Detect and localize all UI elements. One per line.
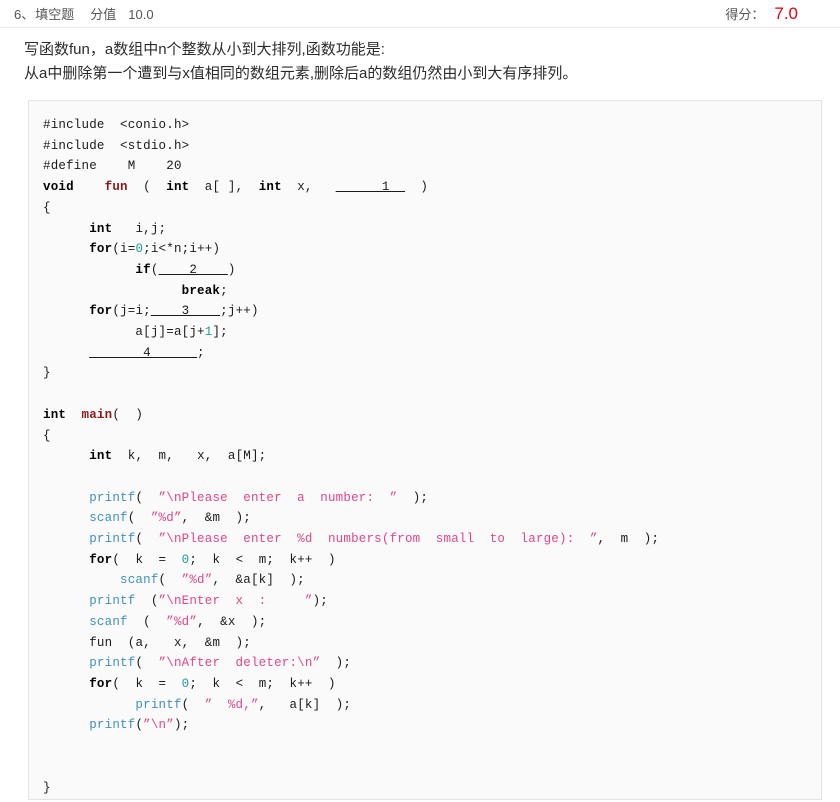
points-label: 分值 [90, 7, 117, 22]
question-header: 6、 填空题 分值 10.0 得分： 7.0 [0, 0, 840, 28]
question-type: 填空题 [35, 7, 75, 22]
source-code: #include <conio.h> #include <stdio.h> #d… [43, 118, 660, 795]
question-stem: 写函数fun，a数组中n个整数从小到大排列,函数功能是: 从a中删除第一个遭到与… [0, 28, 840, 90]
question-stem-line-2: 从a中删除第一个遭到与x值相同的数组元素,删除后a的数组仍然由小到大有序排列。 [24, 65, 578, 82]
question-header-right: 得分： 7.0 [725, 4, 826, 24]
question-stem-line-1: 写函数fun，a数组中n个整数从小到大排列,函数功能是: [24, 41, 385, 58]
points-value: 10.0 [128, 7, 154, 22]
code-block-container: #include <conio.h> #include <stdio.h> #d… [28, 100, 822, 800]
question-header-left: 6、 填空题 分值 10.0 [14, 4, 154, 23]
score-value: 7.0 [774, 3, 798, 23]
question-index: 6、 [14, 7, 35, 22]
score-label: 得分： [725, 6, 765, 22]
